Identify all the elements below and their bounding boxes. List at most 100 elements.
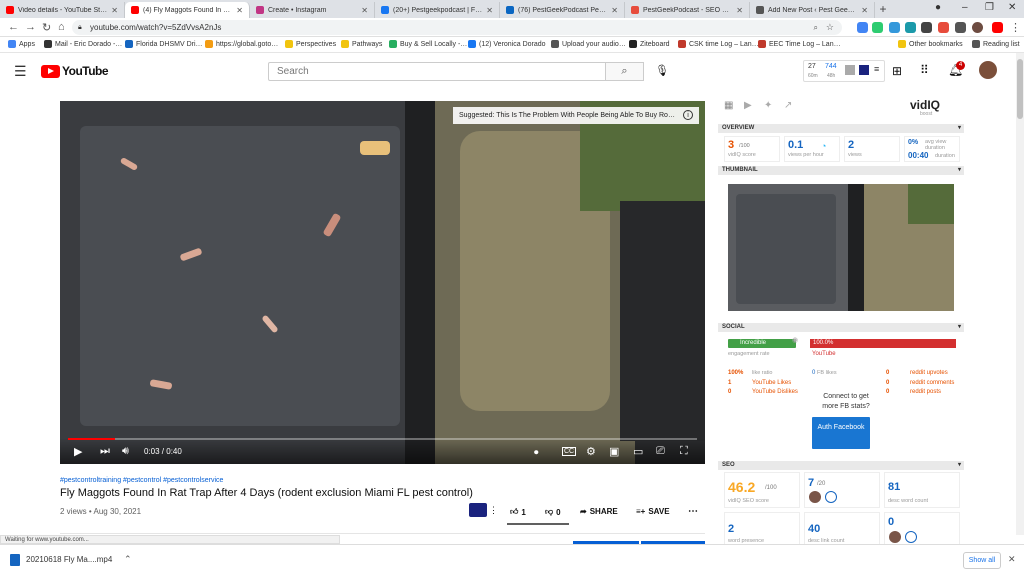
minimize-button[interactable]: –	[962, 2, 968, 13]
collapse-icon[interactable]: ▾	[958, 461, 961, 470]
browser-tab[interactable]: PestGeekPodcast - SEO Video … ✕	[625, 2, 750, 18]
microphone-icon[interactable]: 🎙︎	[655, 64, 669, 77]
apps-grid-icon[interactable]: ⠿	[920, 63, 929, 77]
captions-icon[interactable]: CC	[562, 447, 577, 456]
bookmark-item[interactable]: (12) Veronica Dorado	[468, 40, 546, 48]
video-thumbnail[interactable]	[728, 184, 954, 311]
youtube-logo[interactable]: YouTube	[41, 64, 109, 78]
download-filename[interactable]: 20210618 Fly Ma....mp4	[26, 555, 112, 564]
extension-icon[interactable]	[872, 22, 883, 33]
show-all-button[interactable]: Show all	[963, 552, 1001, 569]
browser-tab[interactable]: Create • Instagram ✕	[250, 2, 375, 18]
collapse-icon[interactable]: ▾	[958, 323, 961, 332]
reload-icon[interactable]: ↻	[42, 21, 51, 34]
browser-tab[interactable]: Add New Post ‹ Pest Geek Pest … ✕	[750, 2, 875, 18]
vidiq-video-icon[interactable]	[469, 503, 487, 517]
vidiq-extension-icon[interactable]	[905, 22, 916, 33]
browser-tab[interactable]: Video details - YouTube Studio ✕	[0, 2, 125, 18]
miniplayer-icon[interactable]: ▣	[609, 445, 619, 458]
back-arrow-icon[interactable]: ←	[8, 21, 19, 33]
refresh-icon[interactable]	[905, 531, 917, 543]
dislike-button[interactable]: 👎︎ 0	[545, 507, 561, 517]
bookmark-item[interactable]: Reading list	[972, 40, 1020, 48]
page-scrollbar[interactable]	[1016, 53, 1024, 535]
close-tab-icon[interactable]: ✕	[236, 6, 243, 15]
collapse-icon[interactable]: ▾	[958, 124, 961, 133]
bookmark-item[interactable]: Florida DHSMV Dri…	[125, 40, 203, 48]
bookmark-item[interactable]: CSK time Log – Lan…	[678, 40, 759, 48]
vidiq-header-stats[interactable]: 27 60m 744 48h ≡	[803, 60, 885, 82]
bookmark-item[interactable]: Perspectives	[285, 40, 336, 48]
bookmark-item[interactable]: Pathways	[341, 40, 382, 48]
avatar[interactable]	[972, 22, 983, 33]
close-tab-icon[interactable]: ✕	[861, 6, 868, 15]
twitter-icon[interactable]: ✦	[764, 100, 772, 111]
more-actions-icon[interactable]: ⋯	[688, 506, 698, 517]
video-player[interactable]: Suggested: This Is The Problem With Peop…	[60, 101, 705, 464]
trend-icon[interactable]: ↗	[784, 100, 792, 111]
extension-icon[interactable]	[938, 22, 949, 33]
bookmark-item[interactable]: Ziteboard	[629, 40, 670, 48]
suggested-video-card[interactable]: Suggested: This Is The Problem With Peop…	[453, 107, 699, 124]
grid-view-icon[interactable]: ▦	[724, 100, 733, 111]
bookmark-item[interactable]: Other bookmarks	[898, 40, 963, 48]
social-header[interactable]: SOCIAL ▾	[718, 323, 964, 332]
new-tab-button[interactable]: +	[875, 2, 891, 18]
chevron-up-icon[interactable]: ⌃	[124, 554, 132, 565]
browser-tab[interactable]: (76) PestGeekPodcast Pest Contr… ✕	[500, 2, 625, 18]
settings-gear-icon[interactable]: ⚙	[586, 445, 596, 458]
bookmark-item[interactable]: Buy & Sell Locally -…	[389, 40, 467, 48]
bookmark-item[interactable]: Upload your audio…	[551, 40, 626, 48]
auth-facebook-button[interactable]: Auth Facebook	[812, 417, 870, 449]
collapse-icon[interactable]: ▾	[958, 166, 961, 175]
thumbnail-header[interactable]: THUMBNAIL ▾	[718, 166, 964, 175]
search-input[interactable]: Search	[268, 62, 606, 81]
theater-mode-icon[interactable]: ▭	[633, 445, 643, 458]
close-tab-icon[interactable]: ✕	[111, 6, 118, 15]
close-window-button[interactable]: ✕	[1008, 2, 1016, 13]
volume-icon[interactable]: 🔊︎	[122, 445, 129, 458]
play-icon[interactable]: ▶	[74, 445, 82, 458]
cast-icon[interactable]: ⎚	[656, 445, 665, 458]
bookmark-item[interactable]: Apps	[8, 40, 35, 48]
refresh-icon[interactable]	[825, 491, 837, 503]
seo-header[interactable]: SEO ▾	[718, 461, 964, 470]
autoplay-toggle[interactable]: ⏺	[534, 447, 539, 458]
like-button[interactable]: 👍︎ 1	[510, 507, 526, 517]
info-icon[interactable]: i	[683, 110, 693, 120]
next-icon[interactable]: ⏭︎	[100, 445, 110, 458]
more-dots-icon[interactable]: ⋮	[489, 505, 498, 516]
extension-icon[interactable]	[921, 22, 932, 33]
bookmark-item[interactable]: Mail - Eric Dorado -…	[44, 40, 122, 48]
hamburger-menu-icon[interactable]: ☰	[14, 63, 27, 80]
progress-bar[interactable]	[68, 438, 697, 440]
close-tab-icon[interactable]: ✕	[611, 6, 618, 15]
create-video-icon[interactable]: ⊞	[892, 64, 902, 78]
share-button[interactable]: ➦ SHARE	[580, 507, 618, 516]
hashtags[interactable]: #pestcontroltraining #pestcontrol #pestc…	[60, 477, 223, 484]
extension-icon[interactable]	[992, 22, 1003, 33]
close-tab-icon[interactable]: ✕	[361, 6, 368, 15]
puzzle-icon[interactable]	[955, 22, 966, 33]
youtube-tab-icon[interactable]: ▶	[744, 100, 752, 111]
scrollbar-thumb[interactable]	[1017, 59, 1023, 119]
close-tab-icon[interactable]: ✕	[736, 6, 743, 15]
home-icon[interactable]: ⌂	[58, 21, 65, 33]
extension-icon[interactable]	[889, 22, 900, 33]
browser-tab[interactable]: (20+) Pestgeekpodcast | Facebo…✕	[375, 2, 500, 18]
zoom-icon[interactable]: ⌕	[814, 20, 818, 35]
menu-dots-icon[interactable]: ⋮	[1010, 21, 1021, 34]
bookmark-item[interactable]: https://global.goto…	[205, 40, 278, 48]
fullscreen-icon[interactable]: ⛶	[680, 445, 688, 458]
extension-icon[interactable]	[857, 22, 868, 33]
close-icon[interactable]: ✕	[1008, 554, 1016, 565]
url-field[interactable]: 🔒︎ youtube.com/watch?v=5ZdVvsA2nJs ⌕ ☆	[72, 20, 842, 35]
bookmark-item[interactable]: EEC Time Log – Lan…	[758, 40, 841, 48]
forward-arrow-icon[interactable]: →	[25, 21, 36, 33]
overview-header[interactable]: OVERVIEW ▾	[718, 124, 964, 133]
browser-tab-active[interactable]: (4) Fly Maggots Found In R… ✕	[125, 2, 250, 18]
maximize-button[interactable]: ❐	[985, 2, 994, 13]
bookmark-star-icon[interactable]: ☆	[826, 20, 834, 35]
avatar[interactable]	[979, 61, 997, 79]
search-button[interactable]: ⌕	[606, 62, 644, 81]
